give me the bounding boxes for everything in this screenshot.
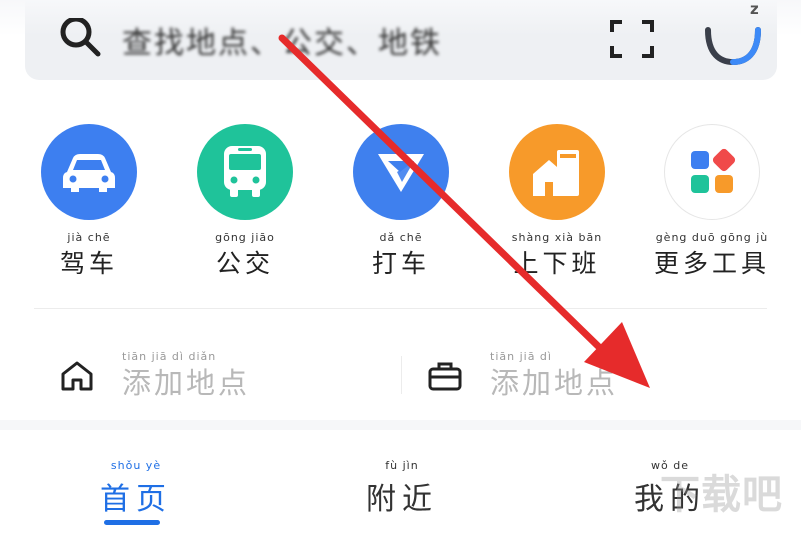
watermark-logo: 下载吧 (660, 472, 783, 518)
place-label: 添加地点 (122, 366, 251, 400)
nav-pinyin: fù jìn (385, 459, 419, 472)
voice-badge: z (750, 0, 759, 18)
nav-active-indicator (104, 520, 160, 525)
nav-nearby[interactable]: fù jìn 附近 (366, 460, 438, 518)
briefcase-icon (428, 362, 462, 391)
entry-label: 驾车 (59, 249, 118, 278)
nav-pinyin: shǒu yè (110, 459, 162, 472)
entry-label: 打车 (371, 249, 430, 278)
entry-pinyin: jià chē (67, 231, 111, 244)
bus-icon (197, 124, 293, 220)
entry-pinyin: shàng xià bān (511, 231, 603, 244)
section-gap (0, 420, 801, 430)
divider (34, 308, 767, 309)
more-tools-icon (664, 124, 760, 220)
entry-label: 公交 (215, 249, 274, 278)
taxi-icon (353, 124, 449, 220)
place-label: 添加地点 (490, 366, 619, 400)
nav-home[interactable]: shǒu yè 首页 (100, 460, 172, 518)
search-input[interactable]: 查找地点、公交、地铁 (122, 18, 442, 62)
entry-pinyin: dǎ chē (379, 231, 423, 244)
quick-entries: jià chē 驾车 gōng jiāo 公交 dǎ chē 打车 shàng … (0, 124, 801, 278)
commute-icon (509, 124, 605, 220)
entry-drive[interactable]: jià chē 驾车 (29, 124, 149, 280)
entry-label: 上下班 (513, 249, 601, 278)
add-work-place[interactable]: tiān jiā dì 添加地点 (428, 350, 728, 400)
entry-more-tools[interactable]: gèng duō gōng jù 更多工具 (652, 124, 772, 280)
nav-label: 附近 (366, 482, 438, 517)
entry-commute[interactable]: shàng xià bān 上下班 (497, 124, 617, 280)
entry-bus[interactable]: gōng jiāo 公交 (185, 124, 305, 280)
add-home-place[interactable]: tiān jiā dì diǎn 添加地点 (60, 350, 360, 400)
home-icon (61, 361, 93, 391)
scan-icon[interactable] (608, 18, 656, 58)
entry-pinyin: gèng duō gōng jù (655, 231, 769, 244)
entry-taxi[interactable]: dǎ chē 打车 (341, 124, 461, 280)
divider (401, 356, 402, 394)
nav-label: 首页 (100, 482, 172, 517)
search-icon[interactable] (58, 18, 102, 58)
entry-pinyin: gōng jiāo (215, 231, 275, 244)
entry-label: 更多工具 (653, 249, 770, 278)
car-icon (41, 124, 137, 220)
